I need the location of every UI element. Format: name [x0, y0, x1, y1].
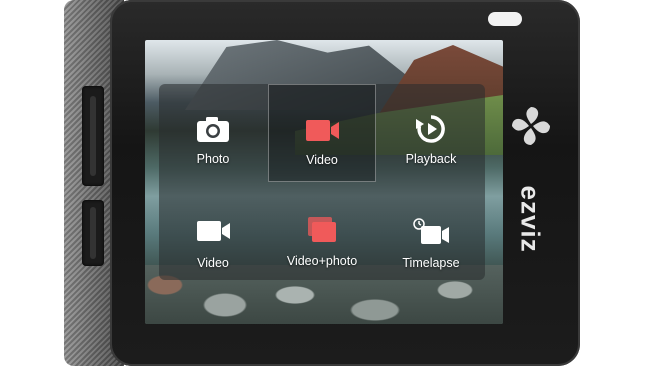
mode-label: Video — [197, 256, 229, 270]
mode-label: Video+photo — [286, 254, 358, 268]
mode-label: Timelapse — [402, 256, 460, 270]
status-indicator-light — [488, 12, 522, 26]
video-camera-icon — [193, 218, 233, 248]
mode-photo[interactable]: Photo — [159, 84, 267, 182]
side-port-cover — [82, 86, 104, 186]
brand-wordmark: ezviz — [515, 185, 546, 253]
mode-label: Photo — [196, 152, 230, 166]
camera-screen: Photo Video Playback Video Video+photo T… — [145, 40, 503, 324]
mode-label: Playback — [405, 152, 457, 166]
timelapse-icon — [411, 218, 451, 248]
playback-icon — [411, 114, 451, 144]
mode-video[interactable]: Video — [268, 84, 376, 182]
mode-video-2[interactable]: Video — [159, 182, 267, 280]
camera-icon — [193, 114, 233, 144]
stacked-frames-icon — [302, 216, 342, 246]
side-button[interactable] — [82, 200, 104, 266]
brand-logo-icon — [509, 104, 553, 148]
mode-timelapse[interactable]: Timelapse — [377, 182, 485, 280]
mode-playback[interactable]: Playback — [377, 84, 485, 182]
mode-label: Video — [306, 153, 338, 167]
mode-video-photo[interactable]: Video+photo — [268, 182, 376, 280]
video-camera-icon — [302, 115, 342, 145]
